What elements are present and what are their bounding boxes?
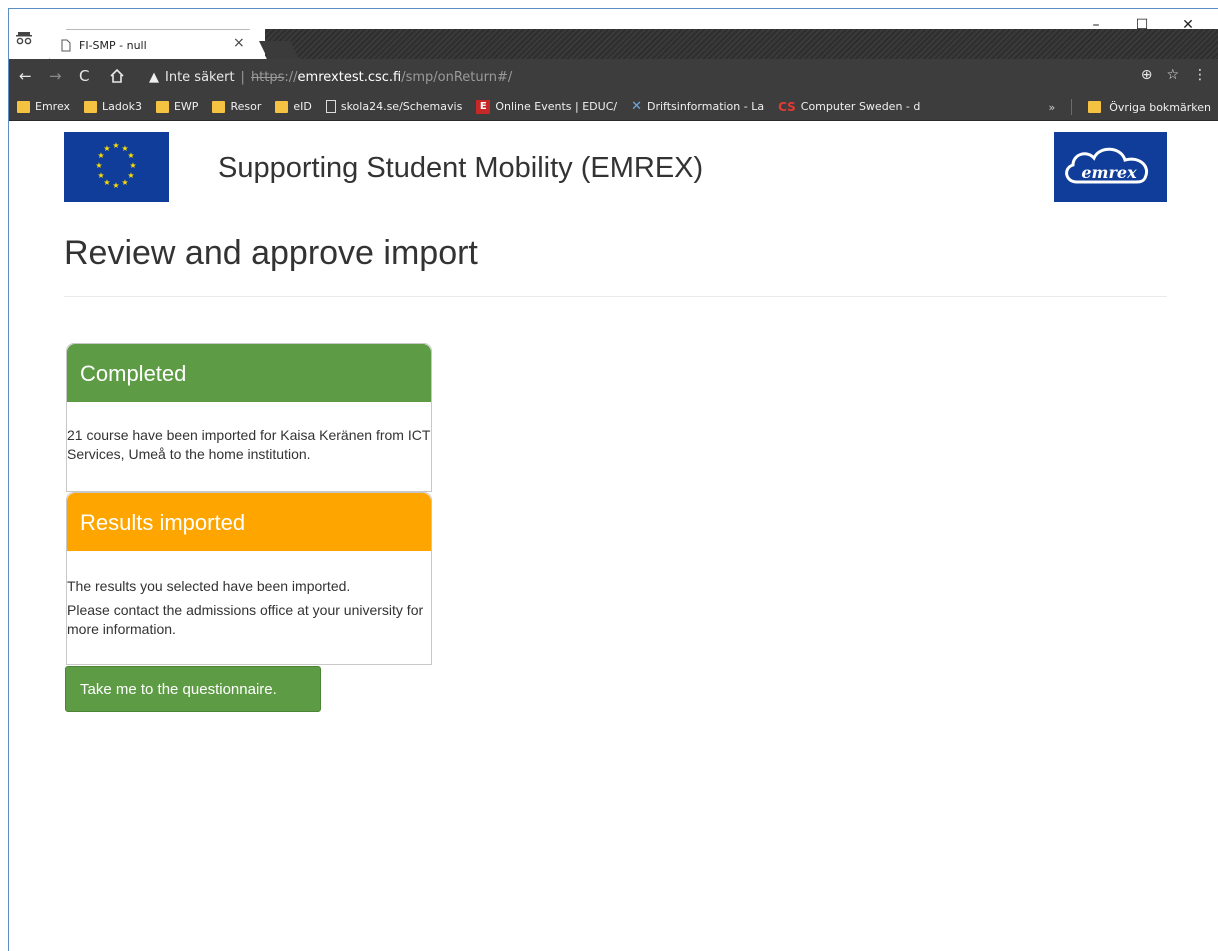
bookmark-computer-sweden[interactable]: CS Computer Sweden - d: [778, 100, 920, 114]
contact-message: Please contact the admissions office at …: [67, 602, 424, 637]
bookmark-resor[interactable]: Resor: [212, 100, 261, 113]
heading-divider: [64, 296, 1167, 297]
bookmark-label: Driftsinformation - La: [647, 100, 765, 113]
bookmark-ewp[interactable]: EWP: [155, 100, 199, 113]
results-panel-title: Results imported: [67, 493, 431, 551]
cloud-icon: emrex: [1064, 147, 1148, 184]
bookmark-label: Resor: [230, 100, 262, 113]
bookmark-driftsinformation[interactable]: ✕ Driftsinformation - La: [631, 99, 764, 114]
back-icon[interactable]: ←: [19, 67, 32, 85]
zoom-icon[interactable]: ⊕: [1141, 67, 1153, 83]
browser-toolbar: ← → C ▲ Inte säkert | https://emrextest.…: [9, 59, 1218, 93]
completed-panel-body: 21 course have been imported for Kaisa K…: [67, 402, 431, 464]
url-path: /smp/onReturn#/: [401, 69, 513, 85]
forward-icon[interactable]: →: [49, 67, 62, 85]
folder-icon: [17, 100, 30, 113]
eu-flag-logo: ★ ★ ★ ★ ★ ★ ★ ★ ★ ★ ★ ★: [64, 132, 169, 202]
url-scheme-sep: ://: [284, 69, 298, 85]
menu-icon[interactable]: ⋮: [1193, 67, 1207, 83]
bookmark-label: eID: [293, 100, 312, 113]
url-scheme: https: [250, 69, 285, 85]
bookmark-label: Online Events | EDUC/: [495, 100, 618, 113]
folder-icon: [275, 100, 289, 113]
bookmark-label: Computer Sweden - d: [800, 100, 921, 113]
emrex-logo: emrex: [1054, 132, 1167, 202]
maximize-button[interactable]: ☐: [1119, 11, 1165, 39]
bookmarks-divider: [1071, 99, 1073, 115]
folder-icon: [155, 100, 169, 113]
warning-icon: ▲: [149, 69, 159, 85]
logo-text: emrex: [1081, 163, 1137, 182]
tab-content: FI-SMP - null: [61, 35, 147, 55]
tab-title: FI-SMP - null: [79, 38, 147, 52]
bookmark-label: skola24.se/Schemavis: [340, 100, 463, 113]
bookmarks-overflow-button[interactable]: »: [1049, 101, 1056, 114]
page-icon: [61, 39, 71, 51]
x-icon: ✕: [631, 99, 642, 114]
completed-message: 21 course have been imported for Kaisa K…: [67, 427, 431, 462]
svg-text:★: ★: [121, 178, 128, 187]
cs-icon: CS: [778, 99, 796, 114]
bookmark-emrex[interactable]: Emrex: [17, 100, 70, 113]
security-label: Inte säkert: [165, 69, 235, 85]
svg-text:★: ★: [112, 181, 119, 190]
bookmarks-right: » Övriga bokmärken: [1049, 99, 1211, 115]
e-icon: E: [476, 99, 491, 114]
page-heading: Review and approve import: [64, 234, 478, 272]
completed-panel: Completed 21 course have been imported f…: [66, 343, 432, 492]
window-controls: – ☐ ✕: [1073, 11, 1211, 39]
omnibox-separator: |: [240, 69, 245, 85]
site-title: Supporting Student Mobility (EMREX): [218, 152, 704, 184]
svg-text:★: ★: [127, 151, 134, 160]
svg-text:★: ★: [103, 144, 110, 153]
tab-close-icon[interactable]: ×: [233, 35, 245, 51]
svg-text:★: ★: [129, 161, 136, 170]
bookmark-label: EWP: [173, 100, 199, 113]
page-icon: [325, 100, 336, 113]
bookmark-eid[interactable]: eID: [275, 100, 312, 113]
star-icon[interactable]: ☆: [1166, 67, 1179, 83]
results-panel: Results imported The results you selecte…: [66, 492, 432, 665]
completed-panel-title: Completed: [67, 344, 431, 402]
svg-text:★: ★: [112, 141, 119, 150]
svg-text:★: ★: [97, 171, 104, 180]
results-panel-body: The results you selected have been impor…: [67, 551, 431, 639]
url-host: emrextest.csc.fi: [297, 69, 402, 85]
results-message: The results you selected have been impor…: [67, 578, 351, 594]
bookmark-label: Emrex: [35, 100, 71, 113]
reload-icon[interactable]: C: [79, 67, 89, 85]
home-icon[interactable]: [109, 68, 125, 84]
minimize-button[interactable]: –: [1073, 11, 1119, 39]
bookmark-skola24[interactable]: skola24.se/Schemavis: [325, 100, 463, 113]
bookmark-label: Ladok3: [102, 100, 142, 113]
folder-icon: [84, 100, 98, 113]
toolbar-right: ⊕ ☆ ⋮: [1141, 67, 1207, 83]
bookmark-online-events[interactable]: E Online Events | EDUC/: [476, 99, 618, 114]
close-button[interactable]: ✕: [1165, 11, 1211, 39]
folder-icon: [1088, 101, 1102, 113]
title-bar: FI-SMP - null × – ☐ ✕: [9, 9, 1218, 59]
page-content: ★ ★ ★ ★ ★ ★ ★ ★ ★ ★ ★ ★ Supporting Stude…: [9, 122, 1218, 951]
bookmark-ladok3[interactable]: Ladok3: [84, 100, 142, 113]
svg-text:★: ★: [95, 161, 102, 170]
questionnaire-button[interactable]: Take me to the questionnaire.: [65, 666, 321, 712]
other-bookmarks[interactable]: Övriga bokmärken: [1109, 101, 1211, 114]
incognito-icon: [16, 32, 32, 45]
address-bar[interactable]: ▲ Inte säkert | https://emrextest.csc.fi…: [149, 66, 512, 88]
browser-window: FI-SMP - null × – ☐ ✕ ← → C ▲ Inte säker…: [8, 8, 1218, 951]
bookmarks-bar: Emrex Ladok3 EWP Resor eID skola24.se/Sc…: [9, 93, 1218, 121]
folder-icon: [212, 100, 226, 113]
